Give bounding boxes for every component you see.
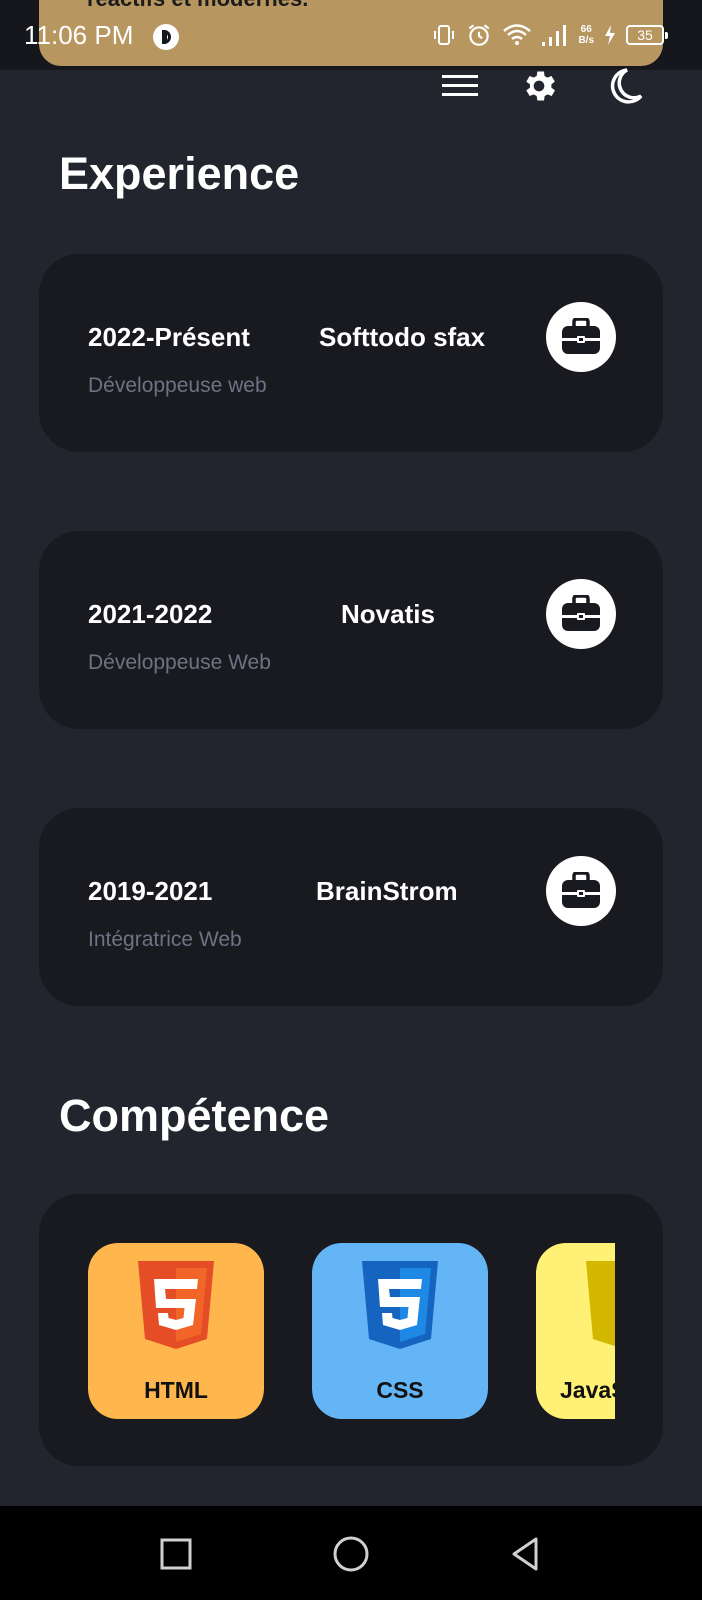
html5-icon (138, 1261, 214, 1349)
menu-icon[interactable] (440, 66, 480, 106)
competence-title: Compétence (59, 1090, 330, 1141)
experience-role: Intégratrice Web (88, 928, 242, 951)
net-speed-value: 66 (580, 24, 592, 35)
vibrate-icon (434, 25, 455, 45)
net-speed: 66 B/s (578, 24, 594, 46)
experience-company: Softtodo sfax (319, 322, 486, 352)
status-clock: 11:06 PM (24, 20, 134, 50)
css3-icon (362, 1261, 438, 1349)
navigation-bar (0, 1506, 702, 1600)
skill-label: HTML (144, 1377, 208, 1403)
skills-track: HTML CSS JavaScript (88, 1243, 615, 1419)
experience-period: 2022-Présent (88, 322, 250, 352)
experience-card[interactable]: 2021-2022 Novatis Développeuse Web (39, 531, 663, 729)
experience-card[interactable]: 2022-Présent Softtodo sfax Développeuse … (39, 254, 663, 452)
status-bar: réactifs et modernes. 11:06 PM 66 B/s (0, 0, 702, 70)
charging-icon (605, 25, 615, 45)
battery-icon: 35 (626, 25, 668, 45)
experience-title: Experience (59, 148, 300, 199)
briefcase-icon (546, 302, 616, 372)
skill-html[interactable]: HTML (88, 1243, 264, 1419)
home-button[interactable] (331, 1534, 371, 1574)
recents-button[interactable] (156, 1534, 196, 1574)
skill-label: JavaScript (560, 1377, 615, 1403)
javascript-icon (586, 1261, 615, 1347)
experience-period: 2019-2021 (88, 876, 213, 906)
back-button[interactable] (506, 1534, 546, 1574)
experience-company: Novatis (341, 599, 435, 629)
toast-text: réactifs et modernes. (87, 0, 308, 12)
moon-icon[interactable] (603, 66, 643, 106)
experience-company: BrainStrom (316, 876, 458, 906)
signal-icon (542, 25, 567, 46)
net-speed-unit: B/s (578, 35, 594, 46)
experience-role: Développeuse web (88, 374, 267, 397)
skill-label: CSS (376, 1377, 424, 1403)
experience-role: Développeuse Web (88, 651, 271, 674)
wifi-icon (503, 24, 532, 45)
settings-icon[interactable] (519, 66, 559, 106)
skill-css[interactable]: CSS (312, 1243, 488, 1419)
system-icons: 66 B/s 35 (432, 20, 668, 50)
alarm-icon (469, 24, 490, 46)
app-notification-icon (153, 24, 179, 50)
skill-javascript[interactable]: JavaScript (536, 1243, 615, 1419)
skills-carousel[interactable]: HTML CSS JavaScript (39, 1194, 663, 1466)
briefcase-icon (546, 579, 616, 649)
experience-period: 2021-2022 (88, 599, 213, 629)
experience-card[interactable]: 2019-2021 BrainStrom Intégratrice Web (39, 808, 663, 1006)
briefcase-icon (546, 856, 616, 926)
